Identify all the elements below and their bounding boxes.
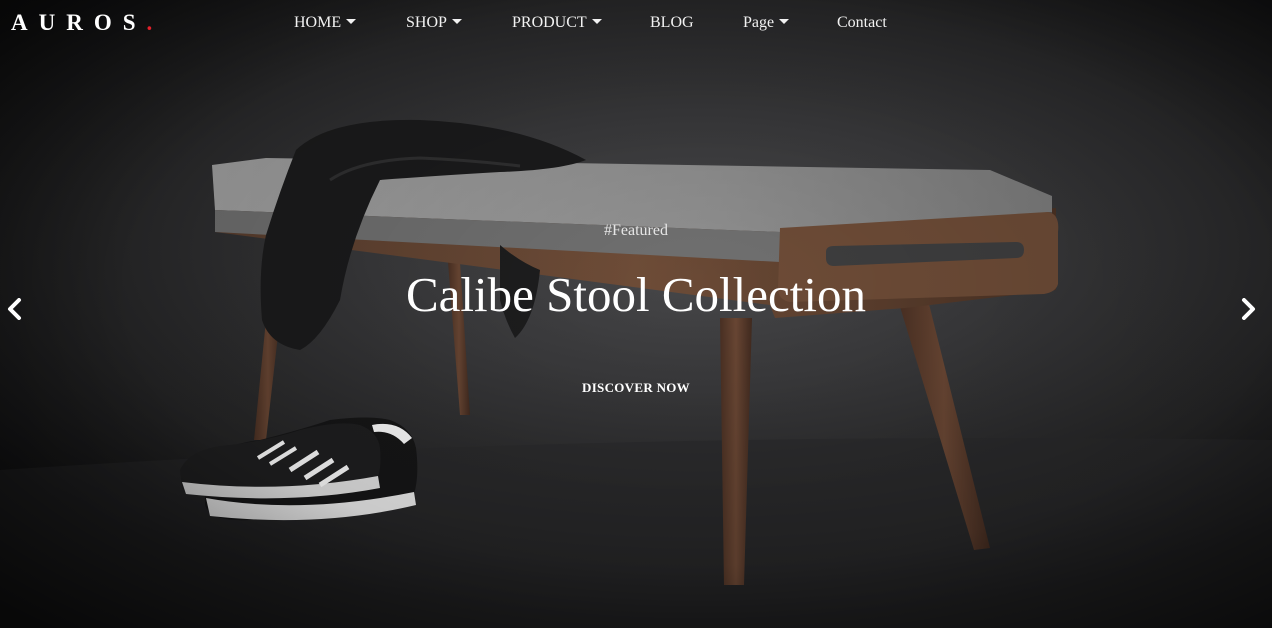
nav-item-home[interactable]: HOME — [294, 12, 357, 34]
nav-item-product[interactable]: PRODUCT — [512, 12, 602, 34]
nav-item-shop[interactable]: SHOP — [406, 12, 462, 34]
nav-item-label: HOME — [294, 14, 342, 31]
nav-item-label: Contact — [837, 14, 887, 31]
chevron-down-icon — [451, 19, 462, 24]
slide-tag: #Featured — [604, 222, 668, 239]
brand-name: AUROS — [11, 10, 147, 35]
hero-slider: AUROS. HOME SHOP PRODUCT BLOG Page Conta… — [0, 0, 1272, 628]
brand-dot: . — [146, 10, 153, 35]
nav-item-blog[interactable]: BLOG — [650, 12, 694, 34]
chevron-down-icon — [591, 19, 602, 24]
brand-logo[interactable]: AUROS. — [11, 9, 152, 37]
chevron-down-icon — [346, 19, 357, 24]
chevron-left-icon[interactable] — [5, 298, 25, 320]
chevron-down-icon — [779, 19, 790, 24]
chevron-right-icon[interactable] — [1238, 298, 1258, 320]
nav-item-contact[interactable]: Contact — [837, 12, 887, 34]
top-navbar: AUROS. HOME SHOP PRODUCT BLOG Page Conta… — [0, 0, 1272, 46]
discover-now-button[interactable]: DISCOVER NOW — [561, 376, 711, 400]
nav-item-label: SHOP — [406, 14, 447, 31]
slide-title: Calibe Stool Collection — [405, 267, 867, 322]
nav-item-page[interactable]: Page — [743, 12, 790, 34]
nav-item-label: Page — [743, 14, 775, 31]
nav-item-label: BLOG — [650, 14, 694, 31]
nav-item-label: PRODUCT — [512, 14, 587, 31]
